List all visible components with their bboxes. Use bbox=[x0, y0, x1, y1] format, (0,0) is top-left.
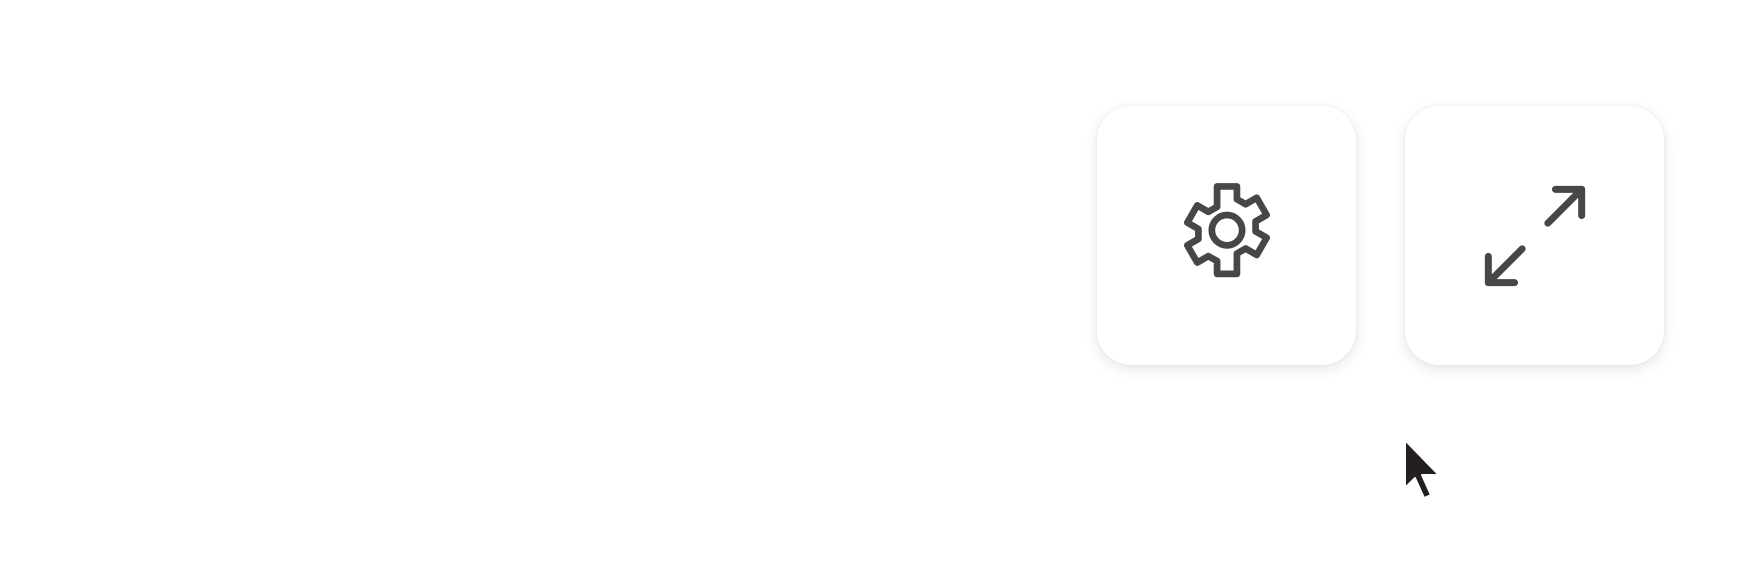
settings-button[interactable] bbox=[1097, 106, 1356, 365]
expand-button[interactable] bbox=[1405, 106, 1664, 365]
mouse-pointer-icon bbox=[1403, 438, 1443, 504]
floating-toolbar bbox=[1097, 106, 1664, 365]
canvas bbox=[0, 0, 1746, 584]
gear-icon bbox=[1157, 166, 1297, 306]
expand-arrows-icon bbox=[1465, 166, 1605, 306]
